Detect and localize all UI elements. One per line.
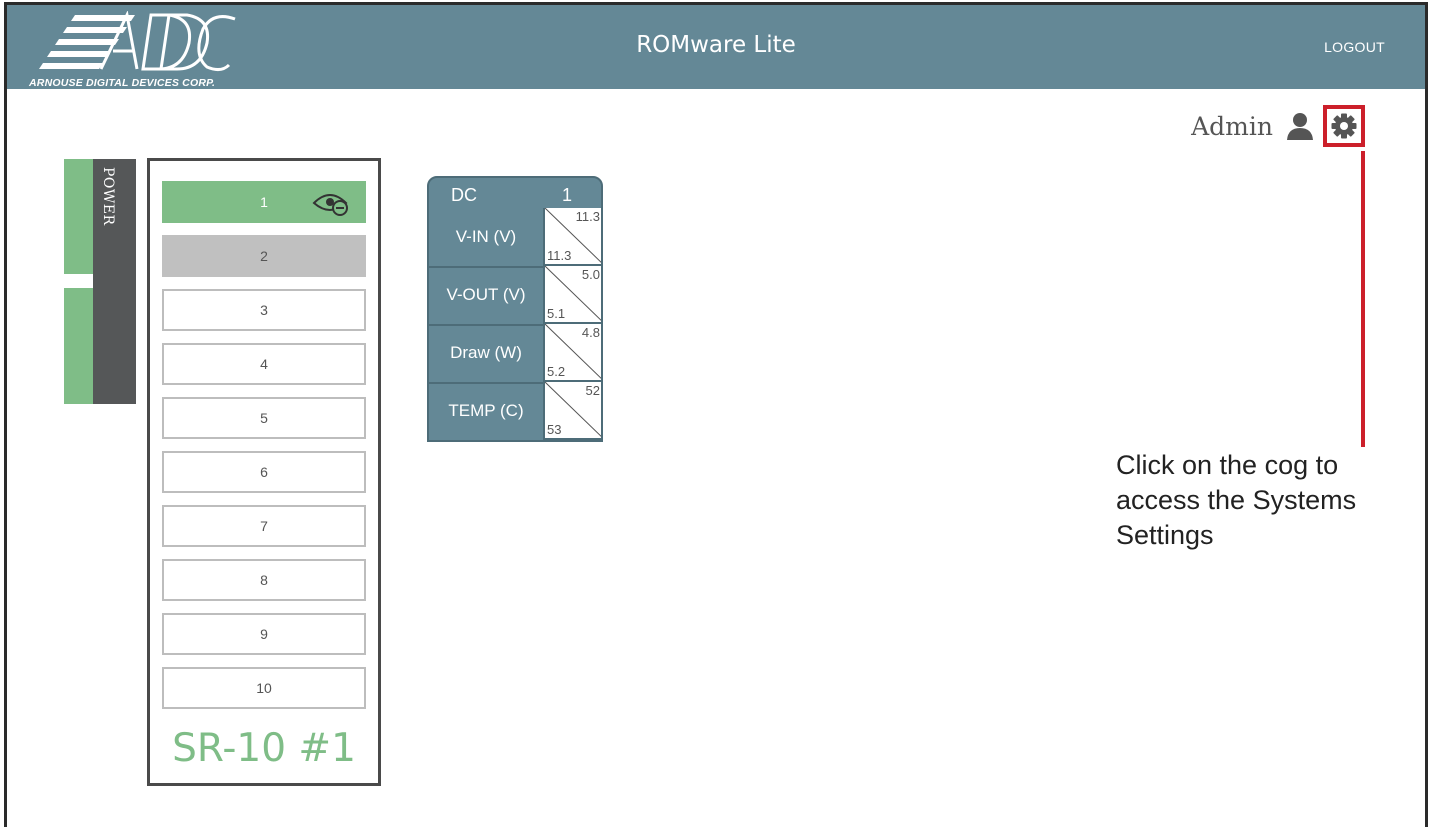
slot-label: 8 bbox=[260, 572, 268, 588]
dc-value-bottom: 53 bbox=[547, 422, 562, 437]
slot-9[interactable]: 9 bbox=[162, 613, 366, 655]
dc-row-cell: 11.3 11.3 bbox=[543, 208, 601, 266]
dc-value-top: 5.0 bbox=[581, 267, 600, 282]
dc-row-label: V-OUT (V) bbox=[446, 285, 526, 304]
callout-text: Click on the cog to access the Systems S… bbox=[1116, 450, 1357, 550]
dc-value-bottom: 5.1 bbox=[547, 306, 566, 321]
slot-label: 6 bbox=[260, 464, 268, 480]
user-area: Admin bbox=[1191, 105, 1365, 147]
dc-unit: 1 bbox=[562, 185, 573, 205]
dc-header: DC 1 bbox=[429, 178, 601, 210]
dc-value-top: 11.3 bbox=[575, 209, 600, 224]
slot-2[interactable]: 2 bbox=[162, 235, 366, 277]
power-indicator-b bbox=[64, 288, 94, 404]
chassis-panel: 1 2 3 4 5 6 7 8 9 10 SR-10 #1 bbox=[147, 158, 381, 786]
user-icon[interactable] bbox=[1285, 111, 1315, 141]
settings-button[interactable] bbox=[1323, 105, 1365, 147]
dc-row-label: TEMP (C) bbox=[448, 401, 524, 420]
dc-row-cell: 4.8 5.2 bbox=[543, 324, 601, 382]
slot-8[interactable]: 8 bbox=[162, 559, 366, 601]
slot-6[interactable]: 6 bbox=[162, 451, 366, 493]
slot-label: 1 bbox=[260, 194, 268, 210]
dc-status-card[interactable]: DC 1 V-IN (V) 11.3 11.3 V-OUT (V) 5.0 5.… bbox=[427, 176, 603, 442]
slot-label: 7 bbox=[260, 518, 268, 534]
chassis-name: SR-10 #1 bbox=[172, 726, 356, 771]
power-label: POWER bbox=[100, 167, 116, 226]
dc-row-cell: 52 53 bbox=[543, 382, 601, 440]
logo-subtitle: ARNOUSE DIGITAL DEVICES CORP. bbox=[29, 77, 216, 89]
slot-5[interactable]: 5 bbox=[162, 397, 366, 439]
slot-label: 10 bbox=[256, 680, 272, 696]
dc-row-label: V-IN (V) bbox=[455, 227, 517, 246]
app-title: ROMware Lite bbox=[636, 32, 796, 58]
dc-value-top: 52 bbox=[585, 383, 600, 398]
slot-label: 3 bbox=[260, 302, 268, 318]
slot-label: 9 bbox=[260, 626, 268, 642]
slot-3[interactable]: 3 bbox=[162, 289, 366, 331]
dc-row-vout: V-OUT (V) 5.0 5.1 bbox=[429, 266, 601, 324]
dc-value-bottom: 11.3 bbox=[547, 248, 572, 263]
dc-row-cell: 5.0 5.1 bbox=[543, 266, 601, 324]
logout-link[interactable]: LOGOUT bbox=[1324, 39, 1385, 55]
slot-label: 4 bbox=[260, 356, 268, 372]
dc-row-label: Draw (W) bbox=[450, 343, 522, 362]
dc-row-vin: V-IN (V) 11.3 11.3 bbox=[429, 208, 601, 266]
eye-icon[interactable] bbox=[312, 189, 352, 217]
callout-line bbox=[1361, 151, 1365, 447]
dc-value-top: 4.8 bbox=[581, 325, 600, 340]
dc-row-temp: TEMP (C) 52 53 bbox=[429, 382, 601, 440]
slot-7[interactable]: 7 bbox=[162, 505, 366, 547]
slot-label: 2 bbox=[260, 248, 268, 264]
slot-4[interactable]: 4 bbox=[162, 343, 366, 385]
top-bar: ARNOUSE DIGITAL DEVICES CORP. ROMware Li… bbox=[7, 5, 1425, 89]
slot-10[interactable]: 10 bbox=[162, 667, 366, 709]
slot-label: 5 bbox=[260, 410, 268, 426]
username-label: Admin bbox=[1191, 111, 1273, 141]
dc-value-bottom: 5.2 bbox=[547, 364, 566, 379]
dc-title: DC bbox=[451, 185, 477, 205]
power-indicator-a bbox=[64, 159, 94, 274]
power-tab[interactable]: POWER bbox=[64, 159, 136, 404]
slot-1[interactable]: 1 bbox=[162, 181, 366, 223]
gear-icon bbox=[1331, 113, 1357, 139]
dc-row-draw: Draw (W) 4.8 5.2 bbox=[429, 324, 601, 382]
